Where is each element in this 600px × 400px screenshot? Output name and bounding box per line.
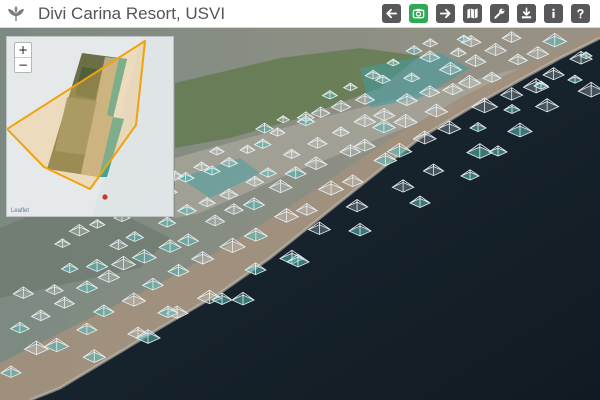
top-bar: Divi Carina Resort, USVI (0, 0, 600, 28)
tools-button[interactable] (490, 4, 509, 23)
arrow-right-icon (439, 8, 451, 19)
minimap-panel[interactable]: + − Leaflet (6, 36, 174, 217)
zoom-control: + − (14, 42, 32, 73)
forward-button[interactable] (436, 4, 455, 23)
arrow-left-icon (386, 8, 398, 19)
camera-position-marker (102, 194, 108, 200)
zoom-out-button[interactable]: − (15, 57, 31, 72)
wrench-icon (494, 8, 505, 19)
map-icon (467, 8, 478, 19)
download-icon (521, 7, 532, 19)
info-button[interactable] (544, 4, 563, 23)
map-attribution[interactable]: Leaflet (11, 208, 29, 214)
minimap-map[interactable] (7, 37, 174, 217)
camera-button[interactable] (409, 4, 428, 23)
help-button[interactable] (571, 4, 590, 23)
back-button[interactable] (382, 4, 401, 23)
app-title: Divi Carina Resort, USVI (38, 4, 226, 23)
info-icon (552, 8, 555, 18)
map-button[interactable] (463, 4, 482, 23)
camera-icon (412, 8, 425, 19)
help-icon (577, 9, 584, 19)
leaf-logo-icon (8, 6, 24, 22)
download-button[interactable] (517, 4, 536, 23)
toolbar (382, 4, 590, 23)
zoom-in-button[interactable]: + (15, 43, 31, 57)
